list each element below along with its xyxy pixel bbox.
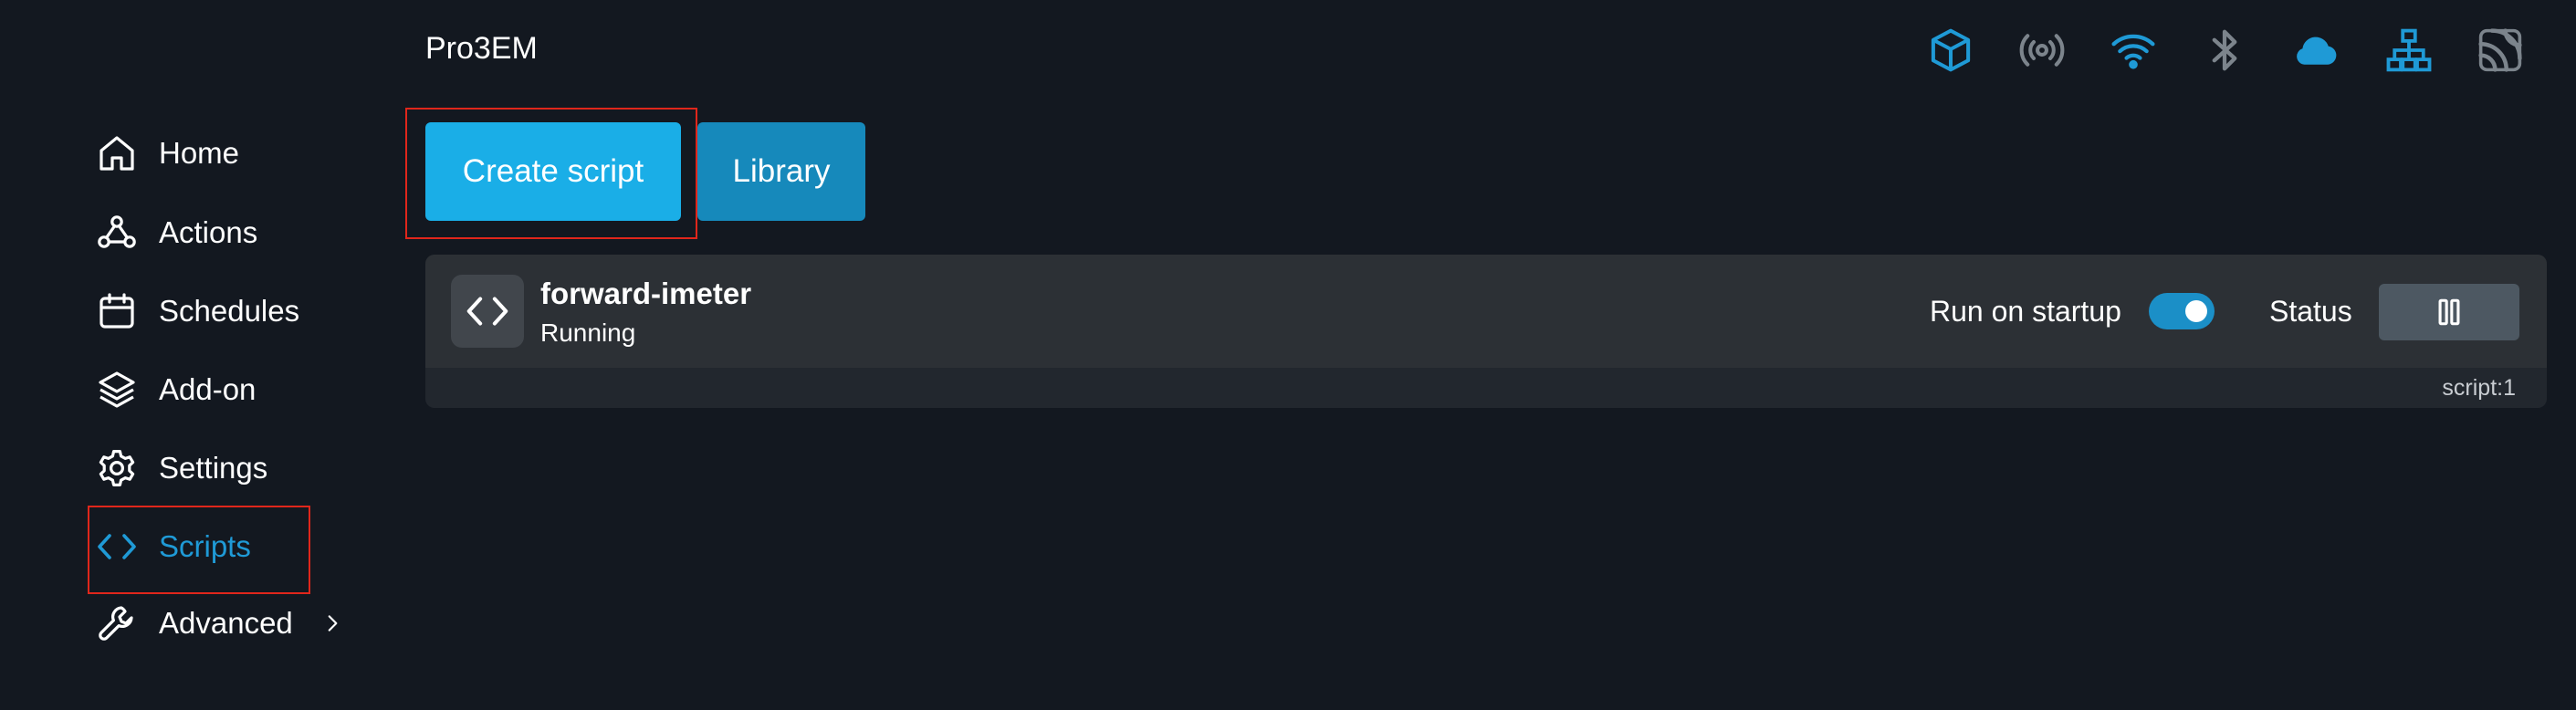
script-status: Running: [540, 318, 636, 347]
sidebar-item-home[interactable]: Home: [95, 126, 239, 181]
sidebar-item-settings[interactable]: Settings: [95, 441, 267, 496]
sidebar-item-label: Advanced: [159, 606, 293, 640]
cloud-icon[interactable]: [2291, 26, 2340, 75]
sidebar-item-schedules[interactable]: Schedules: [95, 284, 299, 339]
sidebar-item-label: Settings: [159, 451, 268, 485]
sidebar-item-label: Schedules: [159, 294, 300, 328]
status-label: Status: [2269, 295, 2352, 328]
mqtt-icon[interactable]: [2476, 26, 2525, 75]
home-icon: [99, 136, 134, 171]
pause-icon: [2438, 298, 2460, 326]
code-icon: [98, 534, 136, 559]
script-card: forward-imeter Running Run on startup St…: [425, 255, 2547, 408]
code-icon: [466, 297, 508, 326]
pause-script-button[interactable]: [2379, 284, 2519, 340]
sidebar-item-actions[interactable]: Actions: [95, 205, 257, 260]
run-on-startup-label: Run on startup: [1930, 295, 2121, 328]
sidebar-item-label: Scripts: [159, 529, 251, 563]
chevron-right-icon[interactable]: [320, 611, 344, 635]
library-button[interactable]: Library: [697, 122, 865, 221]
actions-icon: [98, 215, 136, 248]
ethernet-icon[interactable]: [2384, 26, 2434, 75]
wifi-icon[interactable]: [2109, 26, 2158, 75]
sidebar: Home Actions Schedules Add-on Settings S…: [0, 0, 402, 710]
script-card-header: [425, 255, 2547, 368]
wrench-icon: [99, 606, 133, 641]
script-name[interactable]: forward-imeter: [540, 277, 751, 311]
sidebar-item-label: Home: [159, 136, 240, 170]
device-title: Pro3EM: [425, 31, 538, 66]
sidebar-item-scripts[interactable]: Scripts: [95, 519, 251, 574]
bluetooth-icon[interactable]: [2200, 26, 2249, 75]
layers-icon: [99, 371, 135, 408]
script-code-badge: [451, 275, 524, 348]
sidebar-item-label: Add-on: [159, 372, 257, 406]
app-window: Pro3EM Home Actions Schedules Add-on Set…: [0, 0, 2576, 710]
sidebar-item-advanced[interactable]: Advanced: [95, 596, 364, 651]
gear-icon: [99, 450, 135, 486]
script-id: script:1: [2442, 375, 2516, 401]
sidebar-item-add-on[interactable]: Add-on: [95, 362, 256, 417]
calendar-icon: [99, 293, 134, 329]
cube-icon[interactable]: [1926, 26, 1975, 75]
toggle-knob: [2185, 300, 2207, 322]
sidebar-item-label: Actions: [159, 215, 258, 249]
create-script-button[interactable]: Create script: [425, 122, 681, 221]
run-on-startup-toggle[interactable]: [2149, 293, 2215, 329]
broadcast-icon[interactable]: [2017, 26, 2067, 75]
